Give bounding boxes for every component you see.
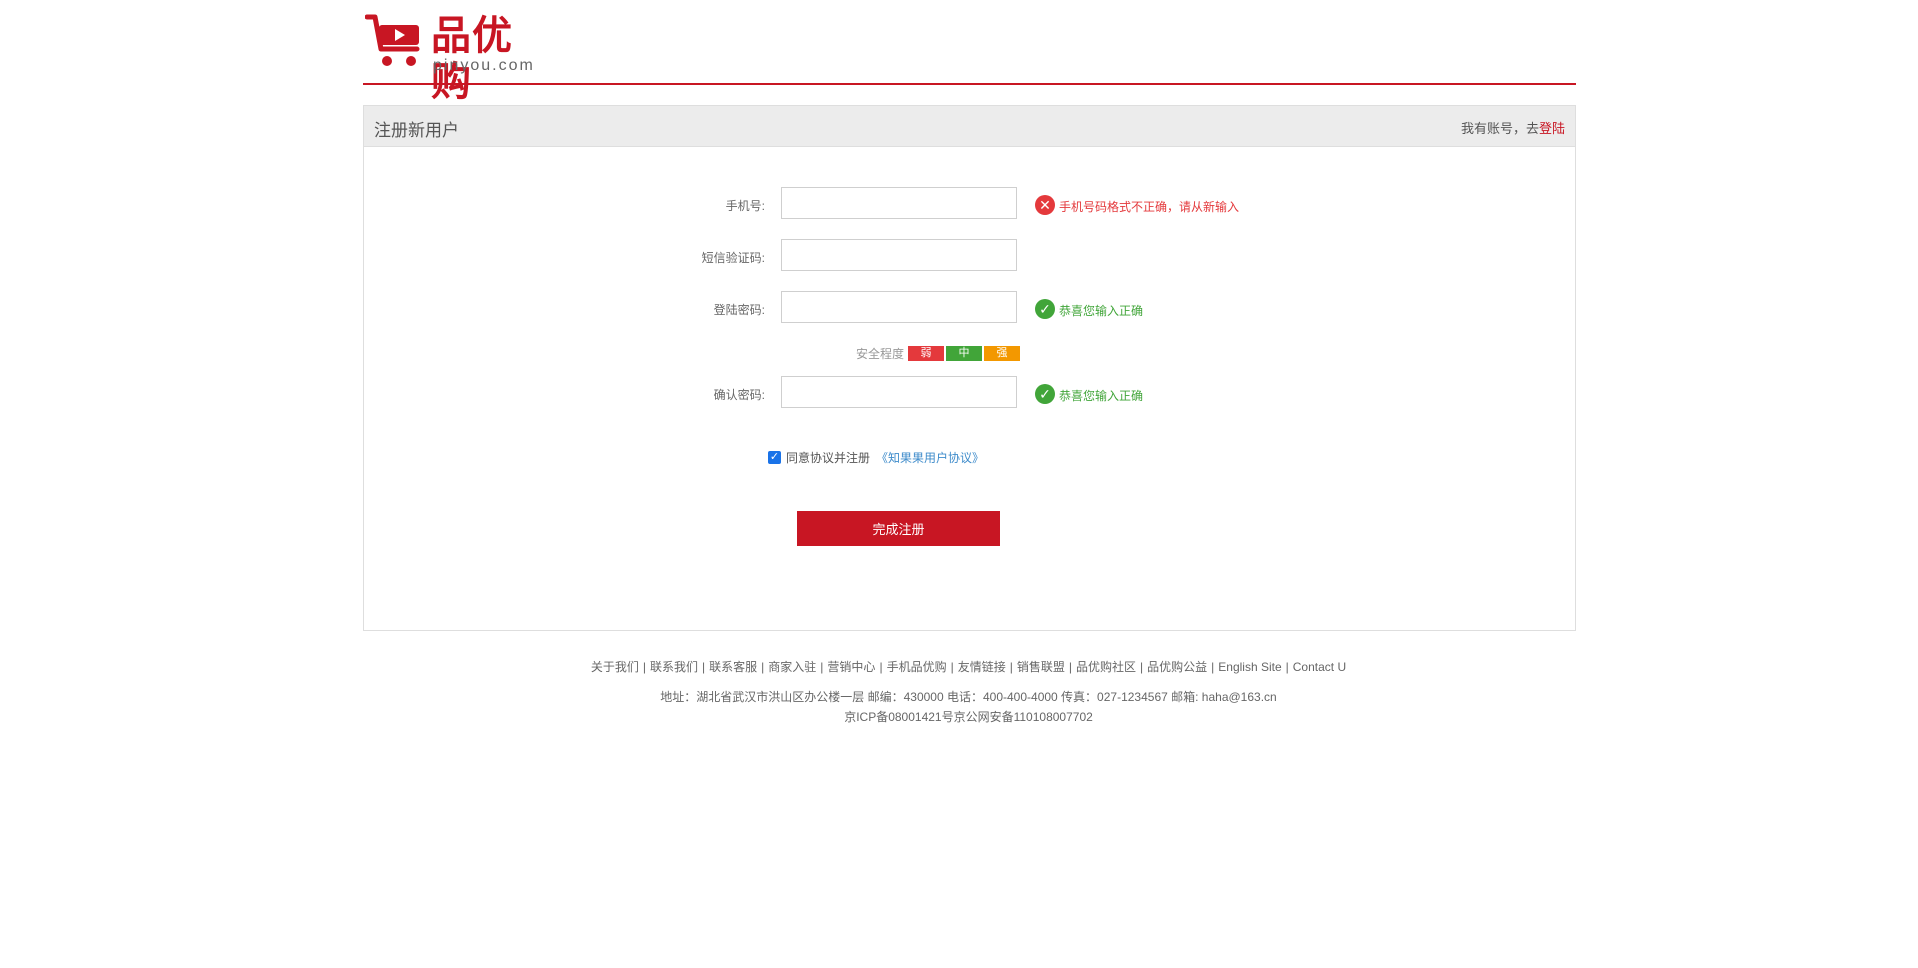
phone-label: 手机号: (725, 199, 765, 213)
panel-title: 注册新用户 (374, 121, 459, 140)
footer-separator: | (879, 660, 883, 674)
agree-checkbox[interactable]: ✓ (768, 451, 781, 464)
password-message-text: 恭喜您输入正确 (1059, 303, 1144, 318)
confirm-message-text: 恭喜您输入正确 (1059, 388, 1144, 403)
footer-separator: | (761, 660, 765, 674)
brand-domain: pinyou.com (433, 57, 535, 74)
password-row: 登陆密码: ✓ 恭喜您输入正确 (363, 291, 1574, 325)
sms-code-input[interactable] (781, 239, 1017, 271)
confirm-ok-message: ✓ 恭喜您输入正确 (1035, 384, 1144, 405)
footer-separator: | (642, 660, 646, 674)
footer-separator: | (1140, 660, 1144, 674)
footer-address: 地址：湖北省武汉市洪山区办公楼一层 邮编：430000 电话：400-400-4… (660, 690, 1277, 704)
strength-medium: 中 (946, 346, 983, 361)
brand-logo[interactable]: 品优购 pinyou.com (365, 13, 545, 104)
page-container: 品优购 pinyou.com (363, 0, 1576, 104)
password-strength: 安全程度 弱 中 强 (856, 345, 1021, 362)
login-link[interactable]: 登陆 (1539, 121, 1565, 136)
footer-link[interactable]: English Site (1218, 660, 1281, 674)
phone-input[interactable] (781, 187, 1017, 219)
footer-link[interactable]: 联系客服 (709, 660, 757, 674)
sms-row: 短信验证码: (363, 239, 1574, 273)
password-label: 登陆密码: (713, 303, 765, 317)
footer-link[interactable]: 手机品优购 (887, 660, 947, 674)
phone-message-text: 手机号码格式不正确，请从新输入 (1059, 199, 1240, 214)
footer-link[interactable]: 营销中心 (827, 660, 875, 674)
password-input[interactable] (781, 291, 1017, 323)
footer-link[interactable]: 销售联盟 (1017, 660, 1065, 674)
footer-separator: | (1009, 660, 1013, 674)
footer-separator: | (1211, 660, 1215, 674)
footer-separator: | (1068, 660, 1072, 674)
footer-link[interactable]: 友情链接 (958, 660, 1006, 674)
footer-link[interactable]: 品优购社区 (1076, 660, 1136, 674)
agreement-row: ✓ 同意协议并注册 《知果果用户协议》 (768, 449, 984, 466)
check-icon: ✓ (1035, 384, 1055, 404)
register-panel: 注册新用户 我有账号，去登陆 (363, 105, 1576, 631)
footer-links: 关于我们 | 联系我们 | 联系客服 | 商家入驻 | 营销中心 | 手机品优购 | 友情链接 | 销售联盟… (363, 658, 1574, 675)
password-ok-message: ✓ 恭喜您输入正确 (1035, 299, 1144, 320)
confirm-password-input[interactable] (781, 376, 1017, 408)
login-prompt: 我有账号，去登陆 (1461, 118, 1565, 137)
phone-error-message: ✕ 手机号码格式不正确，请从新输入 (1035, 195, 1240, 216)
phone-row: 手机号: ✕ 手机号码格式不正确，请从新输入 (363, 187, 1574, 221)
sms-label: 短信验证码: (701, 251, 765, 265)
error-icon: ✕ (1035, 195, 1055, 215)
check-icon: ✓ (1035, 299, 1055, 319)
footer-separator: | (702, 660, 706, 674)
strength-strong: 强 (984, 346, 1021, 361)
footer-icp: 京ICP备08001421号京公网安备110108007702 (844, 710, 1093, 724)
header: 品优购 pinyou.com (363, 0, 1576, 104)
footer-link[interactable]: 商家入驻 (768, 660, 816, 674)
confirm-label: 确认密码: (713, 388, 765, 402)
panel-header: 注册新用户 我有账号，去登陆 (364, 106, 1575, 147)
strength-label: 安全程度 (856, 347, 905, 361)
footer-separator: | (1285, 660, 1289, 674)
footer-separator: | (950, 660, 954, 674)
submit-register-button[interactable]: 完成注册 (797, 511, 1000, 546)
footer-link[interactable]: 联系我们 (650, 660, 698, 674)
agree-text: 同意协议并注册 (786, 451, 871, 465)
footer-link[interactable]: 品优购公益 (1147, 660, 1207, 674)
cart-logo-icon (365, 14, 420, 66)
confirm-row: 确认密码: ✓ 恭喜您输入正确 (363, 376, 1574, 410)
footer-link[interactable]: 关于我们 (591, 660, 639, 674)
footer-link[interactable]: Contact U (1293, 660, 1346, 674)
login-prefix: 我有账号，去 (1460, 121, 1539, 136)
footer-separator: | (820, 660, 824, 674)
agreement-link[interactable]: 《知果果用户协议》 (876, 449, 984, 466)
strength-weak: 弱 (908, 346, 945, 361)
